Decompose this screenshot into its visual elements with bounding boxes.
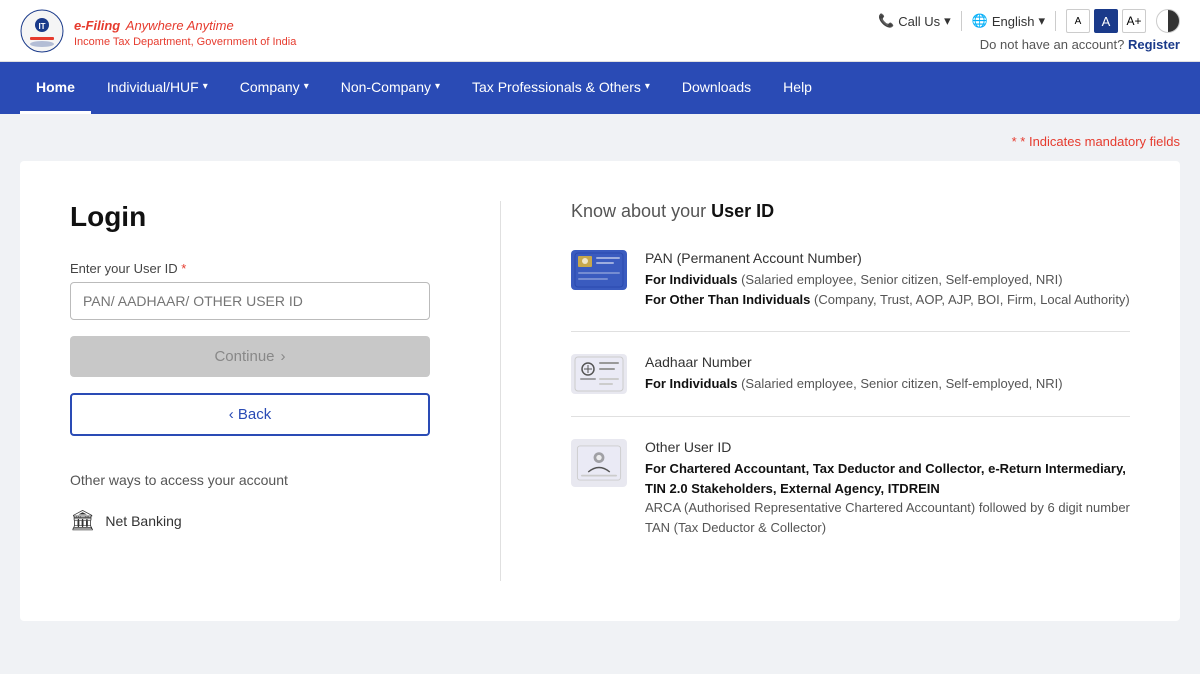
aadhaar-detail: For Individuals (Salaried employee, Seni… [645,374,1130,394]
nav-label-taxpro: Tax Professionals & Others [472,79,641,95]
logo-title: e-Filing Anywhere Anytime [74,13,296,36]
mandatory-star: * [1012,134,1017,149]
pan-detail: For Individuals (Salaried employee, Seni… [645,270,1130,309]
logo-title-text: e-Filing [74,18,120,33]
aadhaar-title: Aadhaar Number [645,354,1130,370]
contrast-button[interactable] [1156,9,1180,33]
other-id-icon [571,439,627,487]
left-panel: Login Enter your User ID * Continue › ‹ … [70,201,430,581]
no-account-text: Do not have an account? [980,37,1125,52]
panel-divider [500,201,501,581]
nav-item-taxpro[interactable]: Tax Professionals & Others ▾ [456,62,666,114]
nav-item-help[interactable]: Help [767,62,828,114]
top-right: 📞 Call Us ▾ 🌐 English ▾ A A A+ Do not ha… [878,9,1180,52]
continue-button[interactable]: Continue › [70,336,430,377]
aadhaar-item: Aadhaar Number For Individuals (Salaried… [571,354,1130,417]
continue-label: Continue [214,348,274,365]
aadhaar-info: Aadhaar Number For Individuals (Salaried… [645,354,1130,394]
user-id-label: Enter your User ID * [70,261,430,276]
language-label: English [992,14,1035,29]
navbar: Home Individual/HUF ▾ Company ▾ Non-Comp… [0,62,1200,114]
register-line: Do not have an account? Register [980,37,1180,52]
aadhaar-for-individuals-label: For Individuals [645,376,737,391]
right-panel: Know about your User ID [571,201,1130,581]
language-selector[interactable]: 🌐 English ▾ [972,13,1045,29]
logo-area: IT e-Filing Anywhere Anytime Income Tax … [20,9,296,53]
other-ways-title: Other ways to access your account [70,472,430,488]
pan-icon [571,250,627,290]
nav-label-individual: Individual/HUF [107,79,199,95]
user-id-input[interactable] [70,282,430,320]
pan-for-others-text: (Company, Trust, AOP, AJP, BOI, Firm, Lo… [814,292,1130,307]
divider [961,11,962,31]
nav-item-company[interactable]: Company ▾ [224,62,325,114]
call-us-button[interactable]: 📞 Call Us ▾ [878,13,951,29]
divider2 [1055,11,1056,31]
pan-title: PAN (Permanent Account Number) [645,250,1130,266]
nav-item-noncompany[interactable]: Non-Company ▾ [325,62,456,114]
other-id-title: Other User ID [645,439,1130,455]
net-banking-label: Net Banking [105,513,181,529]
font-small-button[interactable]: A [1066,9,1090,33]
nav-item-individual[interactable]: Individual/HUF ▾ [91,62,224,114]
pan-item: PAN (Permanent Account Number) For Indiv… [571,250,1130,332]
other-id-detail: For Chartered Accountant, Tax Deductor a… [645,459,1130,537]
logo-subtitle: Income Tax Department, Government of Ind… [74,36,296,48]
pan-for-individuals-label: For Individuals [645,272,737,287]
call-us-caret: ▾ [944,13,951,29]
nav-caret-company: ▾ [304,81,309,92]
know-title-highlight: User ID [711,201,774,221]
other-id-extra2: TAN (Tax Deductor & Collector) [645,520,826,535]
aadhaar-icon [571,354,627,394]
back-label: ‹ Back [229,406,272,423]
lang-caret: ▾ [1038,13,1045,29]
font-large-button[interactable]: A+ [1122,9,1146,33]
content-card: Login Enter your User ID * Continue › ‹ … [20,161,1180,621]
aadhaar-for-individuals-text: (Salaried employee, Senior citizen, Self… [741,376,1063,391]
logo-text: e-Filing Anywhere Anytime Income Tax Dep… [74,13,296,48]
phone-icon: 📞 [878,13,894,29]
nav-label-help: Help [783,79,812,95]
know-title: Know about your User ID [571,201,1130,222]
emblem-icon: IT [20,9,64,53]
globe-icon: 🌐 [972,13,988,29]
call-us-label: Call Us [898,14,940,29]
pan-info: PAN (Permanent Account Number) For Indiv… [645,250,1130,309]
nav-label-company: Company [240,79,300,95]
net-banking-item[interactable]: 🏛 Net Banking [70,502,430,539]
nav-caret-taxpro: ▾ [645,81,650,92]
svg-text:IT: IT [38,22,45,31]
mandatory-note-text: * Indicates mandatory fields [1020,134,1180,149]
bank-icon: 🏛 [70,508,95,533]
other-id-extra1: ARCA (Authorised Representative Chartere… [645,500,1130,515]
logo-tagline: Anywhere Anytime [126,18,234,33]
font-controls: A A A+ [1066,9,1146,33]
nav-label-noncompany: Non-Company [341,79,431,95]
know-title-prefix: Know about your [571,201,711,221]
main-content: * * Indicates mandatory fields Login Ent… [0,114,1200,674]
back-button[interactable]: ‹ Back [70,393,430,436]
nav-label-home: Home [36,79,75,95]
mandatory-note: * * Indicates mandatory fields [20,134,1180,149]
register-link[interactable]: Register [1128,37,1180,52]
nav-item-downloads[interactable]: Downloads [666,62,767,114]
other-id-info: Other User ID For Chartered Accountant, … [645,439,1130,537]
nav-label-downloads: Downloads [682,79,751,95]
pan-for-others-label: For Other Than Individuals [645,292,810,307]
other-ways-section: Other ways to access your account 🏛 Net … [70,472,430,539]
required-star: * [181,261,186,276]
top-bar: IT e-Filing Anywhere Anytime Income Tax … [0,0,1200,62]
top-controls: 📞 Call Us ▾ 🌐 English ▾ A A A+ [878,9,1180,33]
nav-item-home[interactable]: Home [20,62,91,114]
nav-caret-individual: ▾ [203,81,208,92]
nav-caret-noncompany: ▾ [435,81,440,92]
continue-arrow: › [281,348,286,365]
font-medium-button[interactable]: A [1094,9,1118,33]
other-id-item: Other User ID For Chartered Accountant, … [571,439,1130,559]
login-title: Login [70,201,430,233]
user-id-label-text: Enter your User ID [70,261,178,276]
pan-for-individuals-text: (Salaried employee, Senior citizen, Self… [741,272,1063,287]
other-id-for-label: For Chartered Accountant, Tax Deductor a… [645,461,1126,496]
